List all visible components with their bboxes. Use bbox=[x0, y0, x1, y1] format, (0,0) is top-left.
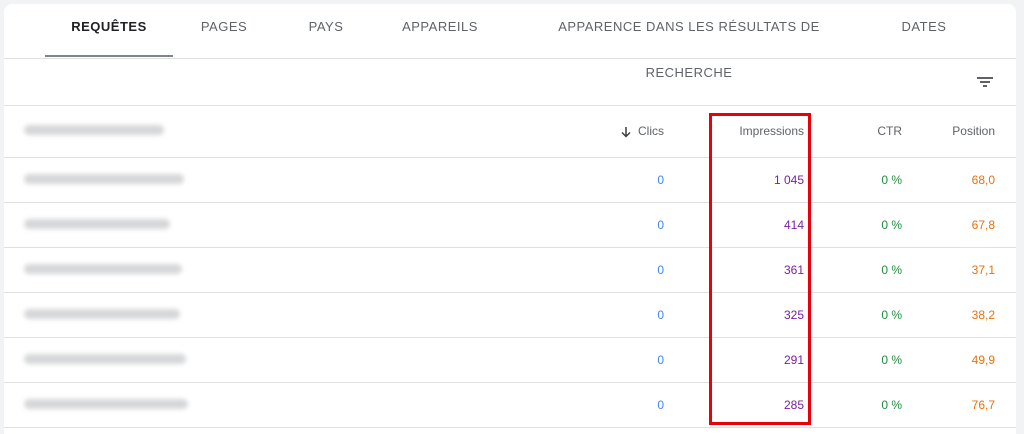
clics-cell: 0 bbox=[657, 397, 664, 412]
position-cell: 68,0 bbox=[971, 172, 995, 187]
query-cell bbox=[4, 382, 484, 427]
query-cell bbox=[4, 157, 484, 202]
clics-cell: 0 bbox=[657, 172, 664, 187]
query-cell bbox=[4, 292, 484, 337]
table-row[interactable]: 0 325 0 % 38,2 bbox=[4, 292, 1016, 337]
position-cell: 38,2 bbox=[971, 307, 995, 322]
clics-cell: 0 bbox=[657, 262, 664, 277]
ctr-cell: 0 % bbox=[881, 172, 902, 187]
header-clics[interactable]: Clics bbox=[484, 105, 666, 157]
clics-cell: 0 bbox=[657, 307, 664, 322]
blurred-query bbox=[24, 308, 180, 319]
impressions-cell: 414 bbox=[783, 217, 804, 232]
ctr-cell: 0 % bbox=[881, 397, 902, 412]
impressions-cell: 361 bbox=[783, 262, 804, 277]
header-ctr[interactable]: CTR bbox=[806, 105, 904, 157]
blurred-query bbox=[24, 263, 182, 274]
table-header-row: Clics Impressions CTR Position bbox=[4, 105, 1016, 157]
blurred-query bbox=[24, 173, 184, 184]
table-row[interactable]: 0 414 0 % 67,8 bbox=[4, 202, 1016, 247]
tab-appareils[interactable]: APPAREILS bbox=[397, 4, 483, 58]
queries-table: Clics Impressions CTR Position 0 1 045 0… bbox=[4, 105, 1016, 428]
header-query[interactable] bbox=[4, 105, 484, 157]
table-row[interactable]: 0 285 0 % 76,7 bbox=[4, 382, 1016, 427]
tab-pays[interactable]: PAYS bbox=[296, 4, 356, 58]
active-tab-indicator bbox=[45, 55, 173, 57]
ctr-cell: 0 % bbox=[881, 262, 902, 277]
header-impressions[interactable]: Impressions bbox=[666, 105, 806, 157]
table-row[interactable]: 0 361 0 % 37,1 bbox=[4, 247, 1016, 292]
position-cell: 67,8 bbox=[971, 217, 995, 232]
header-clics-label: Clics bbox=[638, 123, 664, 138]
position-cell: 37,1 bbox=[971, 262, 995, 277]
filter-list-icon bbox=[977, 77, 993, 87]
blurred-query bbox=[24, 353, 186, 364]
impressions-cell: 291 bbox=[783, 352, 804, 367]
blurred-query bbox=[24, 398, 188, 409]
performance-card: REQUÊTES PAGES PAYS APPAREILS APPARENCE … bbox=[4, 4, 1016, 434]
impressions-cell: 285 bbox=[783, 397, 804, 412]
impressions-cell: 325 bbox=[783, 307, 804, 322]
table-row[interactable]: 0 291 0 % 49,9 bbox=[4, 337, 1016, 382]
arrow-down-icon bbox=[621, 126, 631, 138]
query-cell bbox=[4, 337, 484, 382]
header-position[interactable]: Position bbox=[904, 105, 1016, 157]
filter-button[interactable] bbox=[970, 67, 1000, 97]
clics-cell: 0 bbox=[657, 352, 664, 367]
clics-cell: 0 bbox=[657, 217, 664, 232]
ctr-cell: 0 % bbox=[881, 217, 902, 232]
blurred-header-text bbox=[24, 124, 164, 135]
position-cell: 76,7 bbox=[971, 397, 995, 412]
tab-dates[interactable]: DATES bbox=[887, 4, 961, 58]
ctr-cell: 0 % bbox=[881, 307, 902, 322]
query-cell bbox=[4, 202, 484, 247]
tab-requetes[interactable]: REQUÊTES bbox=[45, 4, 173, 58]
table-toolbar bbox=[4, 59, 1016, 106]
ctr-cell: 0 % bbox=[881, 352, 902, 367]
tab-apparence-resultats[interactable]: APPARENCE DANS LES RÉSULTATS DE RECHERCH… bbox=[529, 4, 849, 80]
blurred-query bbox=[24, 218, 170, 229]
tab-pages[interactable]: PAGES bbox=[184, 4, 264, 58]
impressions-cell: 1 045 bbox=[773, 172, 804, 187]
query-cell bbox=[4, 247, 484, 292]
position-cell: 49,9 bbox=[971, 352, 995, 367]
tab-bar: REQUÊTES PAGES PAYS APPAREILS APPARENCE … bbox=[4, 4, 1016, 80]
table-row[interactable]: 0 1 045 0 % 68,0 bbox=[4, 157, 1016, 202]
